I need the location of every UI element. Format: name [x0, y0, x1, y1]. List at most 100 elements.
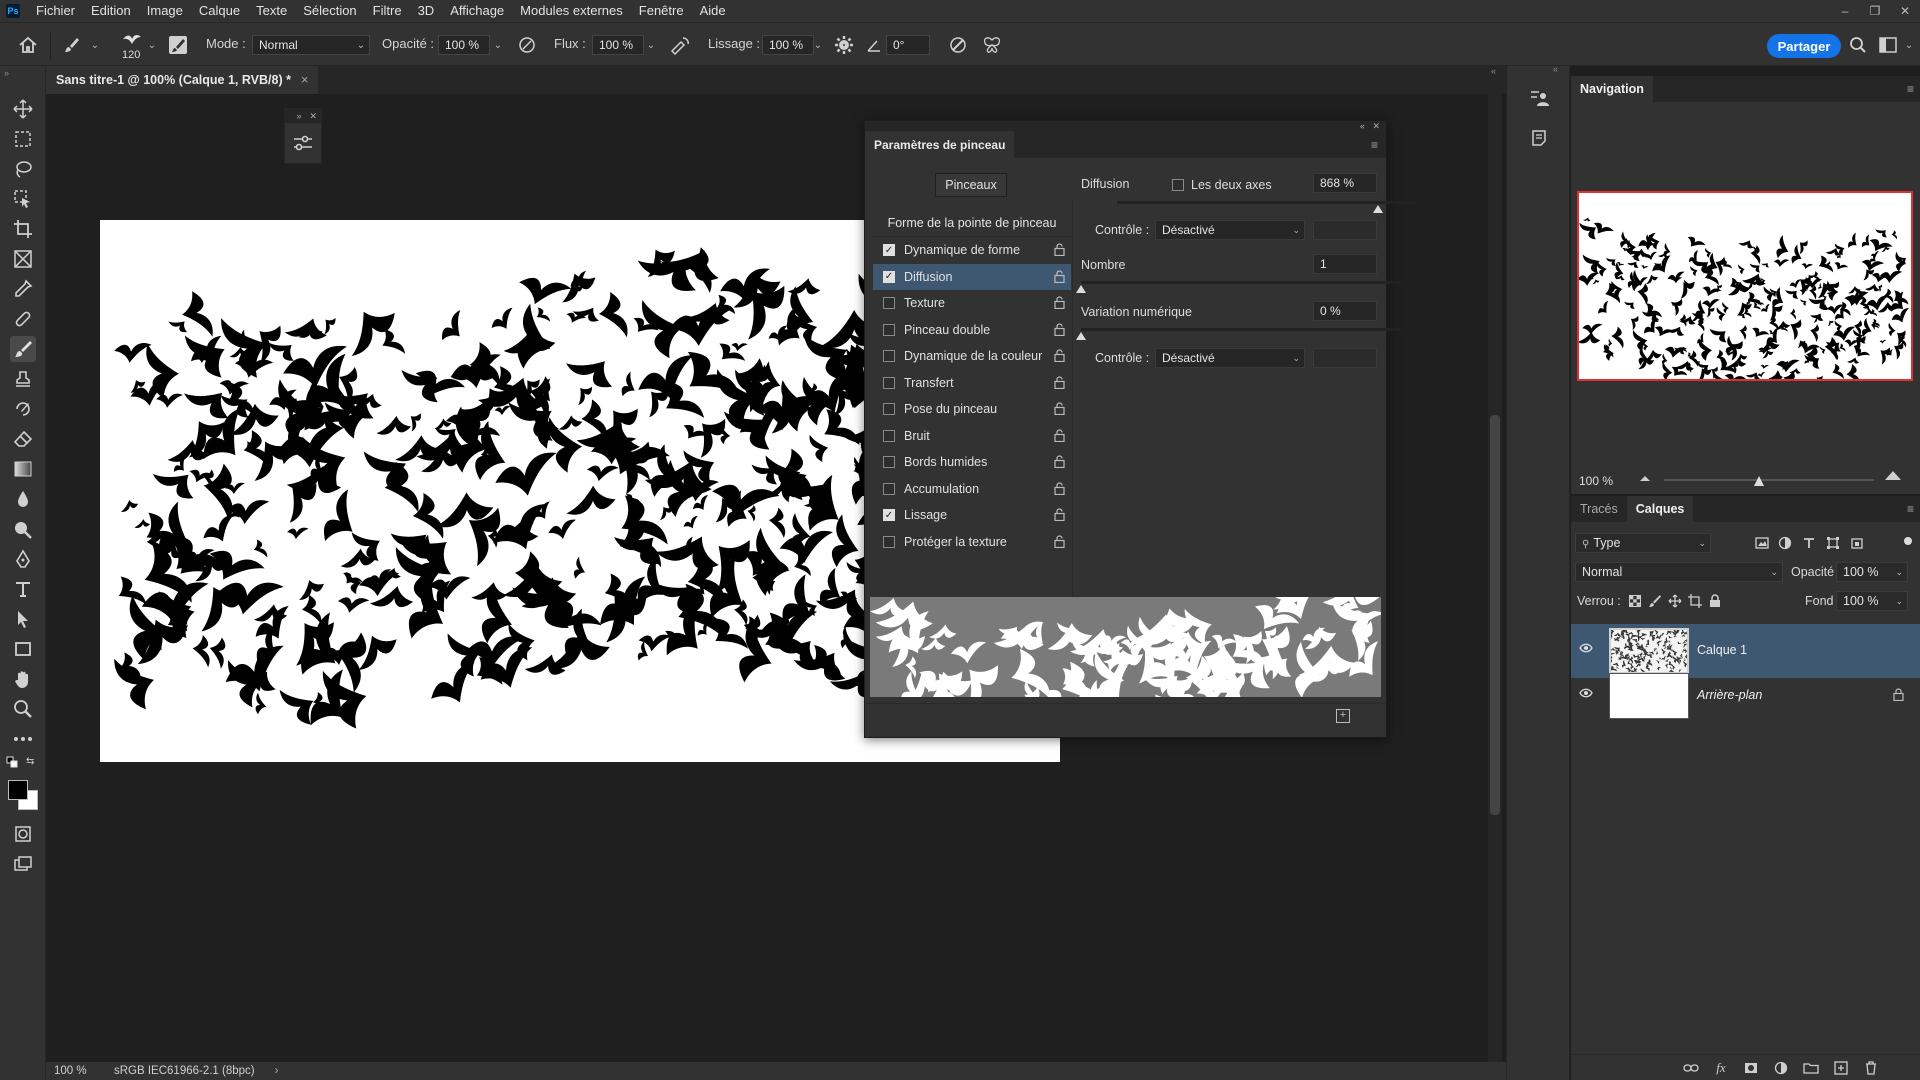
brush-size-dropdown-icon[interactable]: ⌄: [145, 35, 159, 55]
dodge-tool-icon[interactable]: [10, 516, 36, 542]
navigator-zoom-value[interactable]: 100 %: [1579, 474, 1613, 488]
opacity-dropdown-icon[interactable]: ⌄: [491, 35, 505, 55]
share-button[interactable]: Partager: [1767, 34, 1841, 58]
hand-tool-icon[interactable]: [10, 666, 36, 692]
quick-mask-icon[interactable]: [10, 821, 36, 847]
scatter-slider-track[interactable]: [1117, 201, 1417, 204]
count-slider-thumb[interactable]: [1076, 285, 1086, 293]
lock-icon[interactable]: [1054, 508, 1065, 521]
layer-opacity-input[interactable]: 100 % ⌄: [1836, 562, 1908, 582]
both-axes-checkbox[interactable]: [1172, 179, 1184, 191]
home-icon[interactable]: [16, 33, 40, 57]
collapse-brush-panel-icon[interactable]: «: [1360, 121, 1365, 131]
lock-transparency-icon[interactable]: [1627, 593, 1643, 609]
more-tools-icon[interactable]: [10, 726, 36, 752]
filter-shape-icon[interactable]: [1825, 535, 1841, 551]
filter-pixel-icon[interactable]: [1754, 535, 1770, 551]
brush-setting-row[interactable]: Bruit: [873, 423, 1071, 450]
foreground-color-swatch[interactable]: [8, 780, 28, 800]
lock-icon[interactable]: [1054, 349, 1065, 362]
menu-item-2[interactable]: Image: [139, 0, 191, 22]
brush-setting-checkbox[interactable]: [883, 429, 895, 442]
lock-icon[interactable]: [1054, 455, 1065, 468]
close-document-icon[interactable]: ×: [301, 73, 308, 87]
new-brush-icon[interactable]: +: [1336, 709, 1350, 723]
layer-filter-select[interactable]: ⚲ Type ⌄: [1575, 533, 1711, 553]
opacity-input[interactable]: 100 %: [438, 35, 490, 55]
blend-mode-select[interactable]: Normal ⌄: [1575, 562, 1783, 582]
brush-setting-row[interactable]: ✓ Dynamique de forme: [873, 237, 1071, 264]
brush-setting-row[interactable]: Pinceau double: [873, 317, 1071, 344]
document-tab[interactable]: Sans titre-1 @ 100% (Calque 1, RVB/8) * …: [46, 66, 319, 94]
adjustments-history-icon[interactable]: [1527, 86, 1551, 110]
screen-mode-icon[interactable]: [10, 851, 36, 877]
menu-item-3[interactable]: Calque: [191, 0, 248, 22]
menu-item-0[interactable]: Fichier: [28, 0, 83, 22]
frame-tool-icon[interactable]: [10, 246, 36, 272]
lasso-tool-icon[interactable]: [10, 156, 36, 182]
lock-icon[interactable]: [1054, 534, 1065, 548]
brush-setting-checkbox[interactable]: [883, 297, 895, 310]
control-select[interactable]: Désactivé ⌄: [1155, 220, 1305, 240]
object-selection-tool-icon[interactable]: [10, 186, 36, 212]
minimize-button[interactable]: –: [1830, 0, 1860, 22]
tab-paths[interactable]: Tracés: [1571, 496, 1627, 522]
zoom-out-icon[interactable]: [1639, 472, 1651, 482]
brush-setting-row[interactable]: ✓ Diffusion: [873, 263, 1071, 290]
navigator-zoom-thumb[interactable]: [1754, 476, 1764, 486]
filter-adjustment-icon[interactable]: [1777, 535, 1793, 551]
mode-select[interactable]: Normal: [252, 35, 370, 55]
collapse-right-panels-icon[interactable]: «: [1553, 64, 1558, 74]
tab-layers[interactable]: Calques: [1626, 496, 1694, 522]
brush-panel-toggle-icon[interactable]: [166, 33, 190, 57]
lock-position-icon[interactable]: [1667, 593, 1683, 609]
scatter-slider-thumb[interactable]: [1373, 205, 1383, 213]
brush-setting-row[interactable]: Dynamique de la couleur: [873, 343, 1071, 370]
swap-colors-icon[interactable]: ⇆: [26, 756, 34, 767]
brush-panel-menu-icon[interactable]: ≡: [1371, 138, 1378, 152]
menu-item-9[interactable]: Modules externes: [512, 0, 631, 22]
pen-tool-icon[interactable]: [10, 546, 36, 572]
lock-icon[interactable]: [1054, 402, 1065, 415]
vertical-scroll-thumb[interactable]: [1490, 415, 1500, 815]
brush-setting-row[interactable]: Pose du pinceau: [873, 396, 1071, 423]
flow-dropdown-icon[interactable]: ⌄: [644, 35, 658, 55]
path-selection-tool-icon[interactable]: [10, 606, 36, 632]
crop-tool-icon[interactable]: [10, 216, 36, 242]
stamp-tool-icon[interactable]: [10, 366, 36, 392]
count-jitter-input[interactable]: 0 %: [1313, 301, 1377, 321]
blur-tool-icon[interactable]: [10, 486, 36, 512]
workspace-dropdown-icon[interactable]: ⌄: [1902, 35, 1916, 55]
brush-setting-row[interactable]: Protéger la texture: [873, 529, 1071, 556]
brush-setting-row[interactable]: Texture: [873, 290, 1071, 317]
zoom-in-icon[interactable]: [1884, 469, 1902, 481]
lock-icon[interactable]: [1054, 296, 1065, 309]
visibility-eye-icon[interactable]: [1579, 688, 1593, 698]
close-window-button[interactable]: ✕: [1890, 0, 1920, 22]
collapse-tools-icon[interactable]: »: [4, 68, 9, 78]
brush-setting-row[interactable]: Bords humides: [873, 449, 1071, 476]
link-layers-icon[interactable]: [1683, 1060, 1699, 1076]
layer-lock-icon[interactable]: [1893, 688, 1904, 701]
add-mask-icon[interactable]: [1743, 1060, 1759, 1076]
collapse-panels-icon[interactable]: «: [1491, 66, 1496, 76]
gradient-tool-icon[interactable]: [10, 456, 36, 482]
default-colors-icon[interactable]: [6, 756, 18, 768]
control2-select[interactable]: Désactivé ⌄: [1155, 348, 1305, 368]
zoom-tool-icon[interactable]: [10, 696, 36, 722]
brush-tip-shape-item[interactable]: Forme de la pointe de pinceau: [873, 209, 1071, 237]
brush-setting-checkbox[interactable]: [883, 482, 895, 495]
eraser-tool-icon[interactable]: [10, 426, 36, 452]
brush-setting-checkbox[interactable]: [883, 535, 895, 548]
brush-setting-checkbox[interactable]: [883, 323, 895, 336]
flow-input[interactable]: 100 %: [592, 35, 644, 55]
brush-setting-checkbox[interactable]: ✓: [883, 270, 895, 283]
smoothing-dropdown-icon[interactable]: ⌄: [811, 35, 825, 55]
lock-icon[interactable]: [1054, 243, 1065, 256]
workspace-icon[interactable]: [1876, 33, 1900, 57]
brush-panel-title[interactable]: Paramètres de pinceau: [865, 131, 1015, 158]
history-brush-tool-icon[interactable]: [10, 396, 36, 422]
lock-icon[interactable]: [1054, 428, 1065, 442]
menu-item-7[interactable]: 3D: [410, 0, 443, 22]
symmetry-butterfly-icon[interactable]: [980, 33, 1004, 57]
